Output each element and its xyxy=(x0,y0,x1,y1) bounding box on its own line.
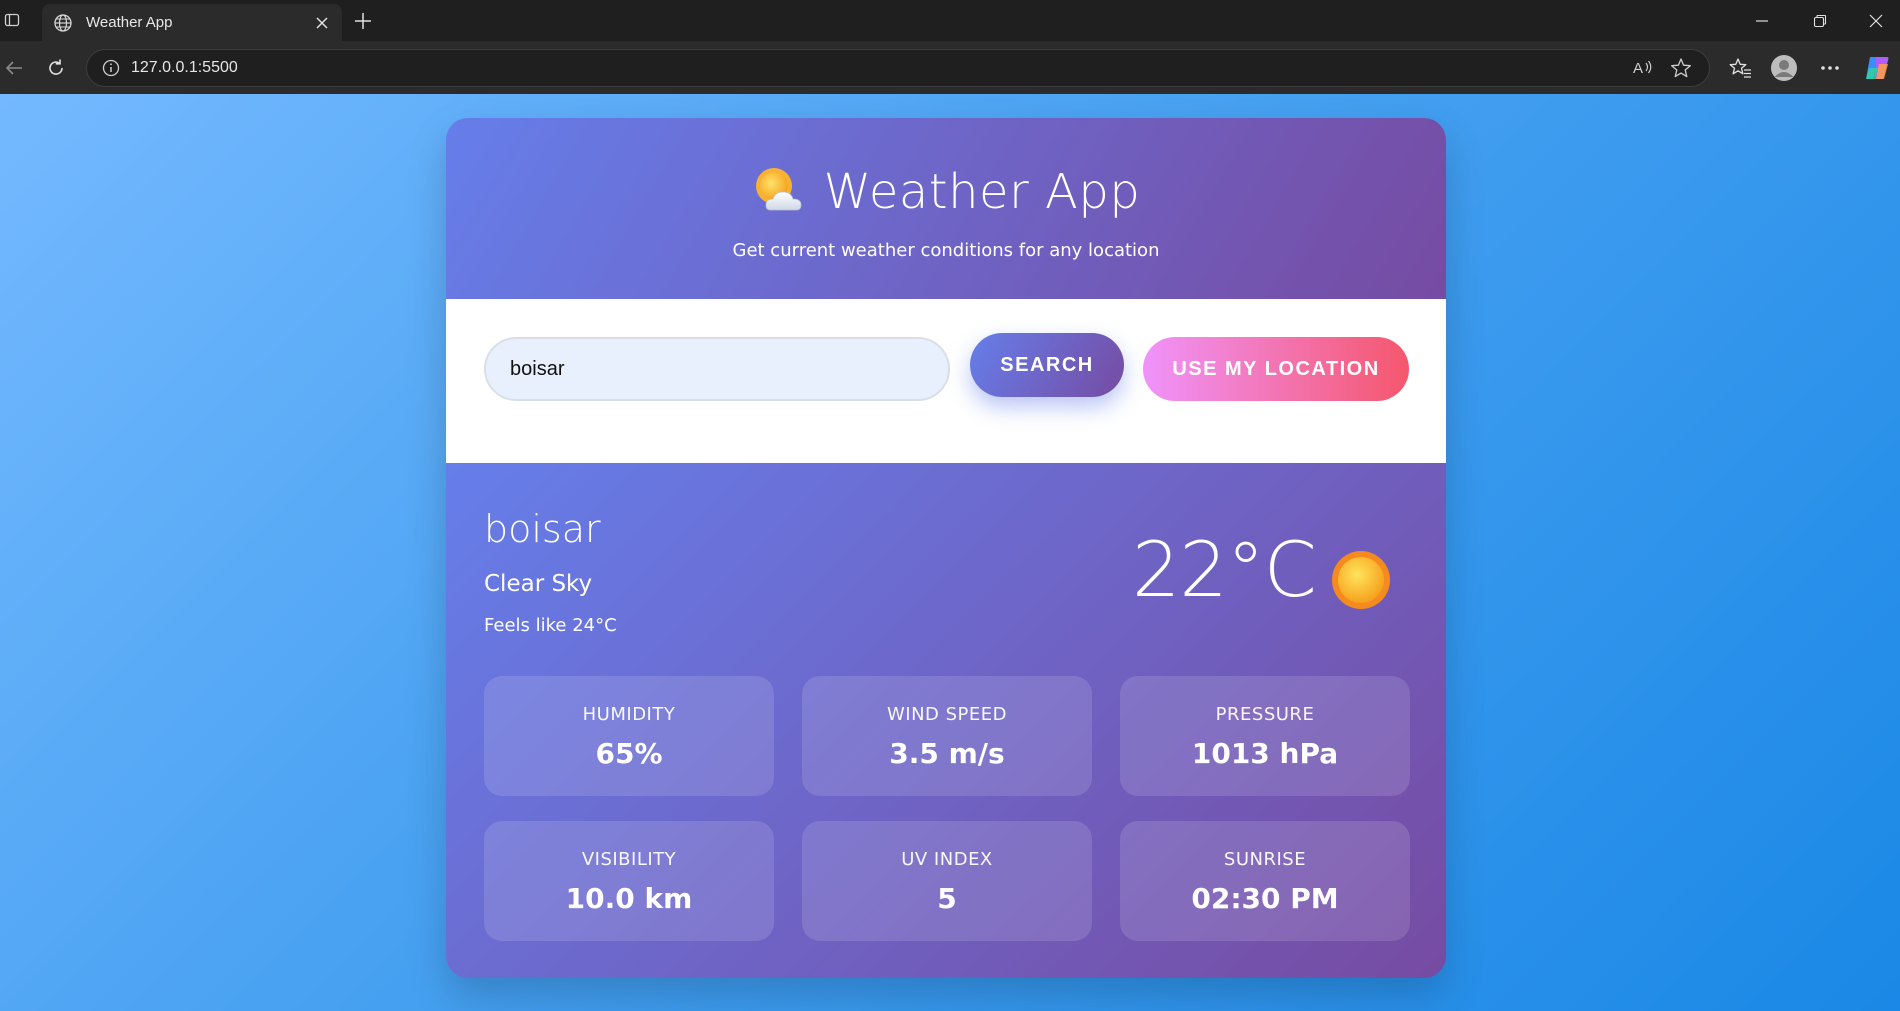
browser-tab-bar: Weather App xyxy=(0,0,1900,41)
svg-text:A: A xyxy=(1633,60,1643,77)
close-window-icon[interactable] xyxy=(1862,8,1890,34)
tile-value: 3.5 m/s xyxy=(889,737,1005,770)
app-header: Weather App Get current weather conditio… xyxy=(446,118,1446,299)
tile-label: HUMIDITY xyxy=(582,704,676,725)
close-tab-icon[interactable] xyxy=(312,13,332,33)
tile-label: VISIBILITY xyxy=(581,849,677,870)
tile-label: SUNRISE xyxy=(1223,849,1307,870)
city-name: boisar xyxy=(484,507,601,551)
search-section: SEARCH USE MY LOCATION xyxy=(446,299,1446,463)
url-text[interactable]: 127.0.0.1:5500 xyxy=(131,59,1619,77)
feels-like-text: Feels like 24°C xyxy=(484,615,617,636)
app-subtitle: Get current weather conditions for any l… xyxy=(732,240,1160,261)
app-title: Weather App xyxy=(823,164,1141,220)
globe-icon xyxy=(52,12,74,34)
humidity-tile: HUMIDITY 65% xyxy=(484,676,774,796)
use-my-location-button[interactable]: USE MY LOCATION xyxy=(1143,337,1409,401)
reload-icon[interactable] xyxy=(42,54,70,82)
tile-value: 02:30 PM xyxy=(1191,882,1339,915)
back-arrow-icon[interactable] xyxy=(0,54,28,82)
profile-avatar-icon[interactable] xyxy=(1769,53,1799,83)
tile-value: 5 xyxy=(937,882,957,915)
tile-label: PRESSURE xyxy=(1215,704,1315,725)
tile-value: 10.0 km xyxy=(565,882,693,915)
more-menu-icon[interactable] xyxy=(1815,53,1845,83)
browser-tab[interactable]: Weather App xyxy=(42,4,342,41)
tab-title: Weather App xyxy=(86,14,173,31)
read-aloud-icon[interactable]: A xyxy=(1629,54,1657,82)
weather-display: boisar Clear Sky Feels like 24°C 22°C HU… xyxy=(446,463,1446,978)
weather-condition: Clear Sky xyxy=(484,571,593,597)
restore-icon[interactable] xyxy=(1806,8,1834,34)
copilot-icon[interactable] xyxy=(1862,53,1892,83)
favorites-icon[interactable] xyxy=(1726,53,1756,83)
favorite-star-icon[interactable] xyxy=(1667,54,1695,82)
weather-card: Weather App Get current weather conditio… xyxy=(446,118,1446,978)
weather-details-grid: HUMIDITY 65% WIND SPEED 3.5 m/s PRESSURE… xyxy=(484,676,1410,941)
new-tab-icon[interactable] xyxy=(350,8,376,34)
pressure-tile: PRESSURE 1013 hPa xyxy=(1120,676,1410,796)
temperature: 22°C xyxy=(1132,525,1317,614)
address-bar[interactable]: 127.0.0.1:5500 A xyxy=(86,49,1710,87)
city-search-input[interactable] xyxy=(484,337,950,401)
sun-behind-cloud-icon xyxy=(752,164,808,220)
visibility-tile: VISIBILITY 10.0 km xyxy=(484,821,774,941)
tile-label: UV INDEX xyxy=(901,849,993,870)
tile-value: 65% xyxy=(595,737,663,770)
tile-value: 1013 hPa xyxy=(1191,737,1339,770)
wind-speed-tile: WIND SPEED 3.5 m/s xyxy=(802,676,1092,796)
browser-toolbar: 127.0.0.1:5500 A xyxy=(0,41,1900,94)
tile-label: WIND SPEED xyxy=(886,704,1008,725)
page-viewport: Weather App Get current weather conditio… xyxy=(0,94,1900,1011)
minimize-icon[interactable] xyxy=(1748,8,1776,34)
sunrise-tile: SUNRISE 02:30 PM xyxy=(1120,821,1410,941)
sidebar-toggle-icon[interactable] xyxy=(0,8,24,32)
sun-icon xyxy=(1330,549,1392,611)
search-button[interactable]: SEARCH xyxy=(970,333,1124,397)
site-info-icon[interactable] xyxy=(101,58,121,78)
uv-index-tile: UV INDEX 5 xyxy=(802,821,1092,941)
